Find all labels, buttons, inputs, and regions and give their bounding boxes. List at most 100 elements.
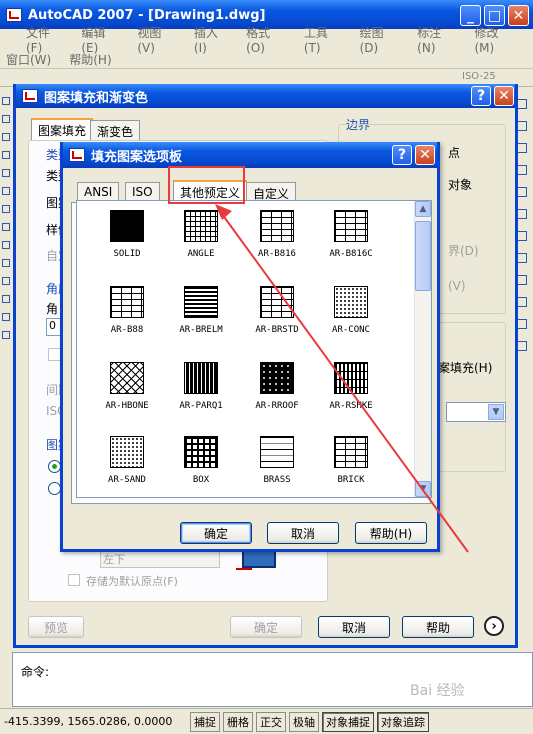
tab-ansi[interactable]: ANSI — [77, 182, 120, 202]
arc-icon[interactable] — [2, 169, 10, 177]
tab-custom[interactable]: 自定义 — [246, 182, 297, 202]
pattern-cell[interactable]: AR-BRELM — [163, 283, 239, 353]
menu-item[interactable]: 绘图(D) — [360, 24, 400, 55]
origin-position-select[interactable]: 左下 — [100, 550, 220, 568]
menu-item[interactable]: 修改(M) — [474, 24, 515, 55]
tab-hatch[interactable]: 图案填充 — [31, 118, 94, 140]
pattern-cell[interactable]: AR-RROOF — [239, 359, 315, 429]
pattern-label: AR-PARQ1 — [179, 401, 223, 411]
scroll-down-icon[interactable]: ▼ — [415, 481, 431, 497]
pattern-cell[interactable]: ANGLE — [163, 207, 239, 277]
menu-item[interactable]: 工具(T) — [304, 24, 342, 55]
rotate-icon[interactable] — [517, 231, 527, 241]
palette-cancel-button[interactable]: 取消 — [267, 522, 339, 544]
spline-icon[interactable] — [2, 205, 10, 213]
pattern-label: AR-BRSTD — [255, 325, 299, 335]
pattern-cell[interactable]: BRICK — [313, 433, 389, 503]
pattern-cell[interactable]: BOX — [163, 433, 239, 503]
menu-bar: 文件(F) 编辑(E) 视图(V) 插入(I) 格式(O) 工具(T) 绘图(D) 标注(N)… — [0, 26, 533, 69]
mirror-icon[interactable] — [517, 143, 527, 153]
pattern-swatch — [260, 362, 294, 394]
rectangle-icon[interactable] — [2, 151, 10, 159]
otrack-toggle[interactable]: 对象追踪 — [377, 711, 429, 732]
store-origin-label: 存储为默认原点(F) — [86, 575, 178, 588]
extend-icon[interactable] — [517, 319, 527, 329]
pattern-cell[interactable]: AR-B88 — [89, 283, 165, 353]
ortho-toggle[interactable]: 正交 — [256, 711, 286, 732]
polygon-icon[interactable] — [2, 133, 10, 141]
copy-icon[interactable] — [517, 121, 527, 131]
move-icon[interactable] — [517, 209, 527, 219]
ok-button[interactable]: 确定 — [230, 616, 302, 638]
pattern-scrollbar[interactable]: ▲ ▼ — [414, 201, 431, 497]
pattern-label: AR-RSHKE — [329, 401, 373, 411]
menu-item[interactable]: 插入(I) — [194, 24, 228, 55]
autocad-icon — [6, 8, 22, 22]
osnap-toggle[interactable]: 对象捕捉 — [322, 711, 374, 732]
cancel-button[interactable]: 取消 — [318, 616, 390, 638]
status-bar: -415.3399, 1565.0286, 0.0000 捕捉 栅格 正交 极轴… — [0, 708, 533, 734]
chevron-down-icon[interactable]: ▼ — [488, 404, 504, 420]
pattern-cell[interactable]: BRASS — [239, 433, 315, 503]
palette-ok-button[interactable]: 确定 — [180, 522, 252, 544]
menu-item[interactable]: 视图(V) — [137, 24, 176, 55]
remove-boundary-label: 界(D) — [448, 244, 479, 258]
tab-gradient[interactable]: 渐变色 — [90, 120, 141, 140]
polyline-icon[interactable] — [2, 115, 10, 123]
command-prompt: 命令: — [21, 665, 50, 679]
pattern-cell[interactable]: AR-SAND — [89, 433, 165, 503]
pattern-swatch — [334, 362, 368, 394]
pattern-swatch — [110, 436, 144, 468]
menu-item[interactable]: 窗口(W) — [6, 51, 51, 68]
pattern-cell[interactable]: AR-B816C — [313, 207, 389, 277]
scroll-thumb[interactable] — [415, 221, 431, 291]
trim-icon[interactable] — [517, 297, 527, 307]
palette-close-icon[interactable]: ✕ — [415, 145, 435, 165]
pattern-cell[interactable]: AR-PARQ1 — [163, 359, 239, 429]
block-icon[interactable] — [2, 241, 10, 249]
ellipse-icon[interactable] — [2, 223, 10, 231]
preview-button[interactable]: 预览 — [28, 616, 84, 638]
stretch-icon[interactable] — [517, 275, 527, 285]
pattern-cell[interactable]: AR-HBONE — [89, 359, 165, 429]
offset-icon[interactable] — [517, 165, 527, 175]
pattern-swatch — [260, 286, 294, 318]
pattern-swatch — [110, 286, 144, 318]
pattern-label: AR-RROOF — [255, 401, 299, 411]
hatch-pattern-palette-dialog: 填充图案选项板 ? ✕ ANSI ISO 其他预定义 自定义 ▲ ▼ SOLID… — [60, 142, 440, 552]
pattern-cell[interactable]: AR-CONC — [313, 283, 389, 353]
point-icon[interactable] — [2, 259, 10, 267]
menu-item[interactable]: 格式(O) — [246, 24, 286, 55]
draw-order-select[interactable]: ▼ — [446, 402, 506, 422]
tab-iso[interactable]: ISO — [125, 182, 160, 202]
menu-item[interactable]: 标注(N) — [417, 24, 456, 55]
scale-icon[interactable] — [517, 253, 527, 263]
palette-help-icon[interactable]: ? — [392, 145, 412, 165]
text-icon[interactable] — [2, 331, 10, 339]
scroll-up-icon[interactable]: ▲ — [415, 201, 431, 217]
menu-item[interactable]: 帮助(H) — [69, 51, 111, 68]
region-icon[interactable] — [2, 295, 10, 303]
erase-icon[interactable] — [517, 99, 527, 109]
break-icon[interactable] — [517, 341, 527, 351]
more-options-icon[interactable]: › — [484, 616, 504, 636]
grid-toggle[interactable]: 栅格 — [223, 711, 253, 732]
array-icon[interactable] — [517, 187, 527, 197]
help-icon[interactable]: ? — [471, 86, 491, 106]
circle-icon[interactable] — [2, 187, 10, 195]
palette-help-button[interactable]: 帮助(H) — [355, 522, 427, 544]
pattern-cell[interactable]: AR-RSHKE — [313, 359, 389, 429]
pattern-swatch — [184, 436, 218, 468]
table-icon[interactable] — [2, 313, 10, 321]
help-button[interactable]: 帮助 — [402, 616, 474, 638]
pattern-cell[interactable]: AR-BRSTD — [239, 283, 315, 353]
pattern-cell[interactable]: SOLID — [89, 207, 165, 277]
pattern-cell[interactable]: AR-B816 — [239, 207, 315, 277]
store-origin-checkbox[interactable] — [68, 574, 80, 586]
dialog-app-icon — [22, 89, 38, 103]
snap-toggle[interactable]: 捕捉 — [190, 711, 220, 732]
polar-toggle[interactable]: 极轴 — [289, 711, 319, 732]
hatch-icon[interactable] — [2, 277, 10, 285]
line-icon[interactable] — [2, 97, 10, 105]
dialog-close-icon[interactable]: ✕ — [494, 86, 514, 106]
